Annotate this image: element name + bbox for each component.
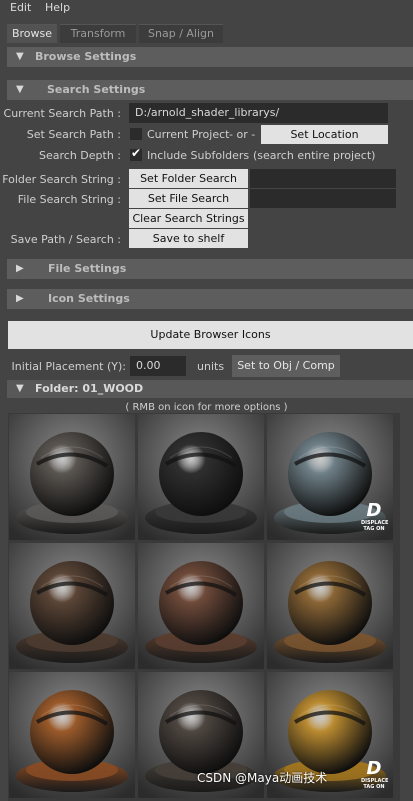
file-settings-header[interactable]: ▶ File Settings (7, 259, 413, 279)
initial-placement-label: Initial Placement (Y): (11, 360, 126, 373)
displace-badge-icon: D DISPLACE TAG ON (361, 758, 389, 791)
icon-settings-header[interactable]: ▶ Icon Settings (7, 289, 413, 309)
shader-thumbnail-wood-orange[interactable] (9, 672, 135, 798)
tab-transform[interactable]: Transform (60, 24, 136, 43)
current-path-label: Current Search Path : (3, 107, 121, 120)
thumbnail-grid: D DISPLACE TAG ON D DISPLACE TAG ON (8, 413, 400, 801)
section-title: Browse Settings (35, 50, 137, 63)
expand-arrow-icon: ▶ (16, 293, 24, 304)
tab-bar: Browse Transform Snap / Align (0, 24, 413, 43)
or-label: - or - (229, 128, 256, 141)
collapse-arrow-icon: ▼ (16, 51, 24, 62)
shader-thumbnail-wood-black[interactable] (138, 414, 264, 540)
initial-placement-value: 0.00 (136, 359, 161, 372)
set-file-search-button[interactable]: Set File Search (129, 189, 248, 208)
tab-snap-align[interactable]: Snap / Align (139, 24, 223, 43)
displace-badge-text: DISPLACE TAG ON (361, 520, 389, 532)
current-path-field[interactable]: D:/arnold_shader_librarys/ (129, 103, 388, 123)
set-location-button[interactable]: Set Location (261, 125, 388, 144)
shader-thumbnail-wood-blue-grey[interactable]: D DISPLACE TAG ON (267, 414, 393, 540)
depth-note: (search entire project) (253, 149, 376, 162)
save-path-label: Save Path / Search : (10, 233, 121, 246)
include-subfolders-label: Include Subfolders (147, 149, 250, 162)
section-title: Icon Settings (48, 292, 130, 305)
browse-settings-header[interactable]: ▼ Browse Settings (7, 47, 413, 67)
menu-help[interactable]: Help (45, 1, 70, 14)
folder-header[interactable]: ▼ Folder: 01_WOOD (7, 380, 413, 398)
menu-edit[interactable]: Edit (10, 1, 31, 14)
section-title: File Settings (48, 262, 127, 275)
collapse-arrow-icon: ▼ (16, 84, 24, 95)
folder-hint: ( RMB on icon for more options ) (125, 402, 288, 413)
current-project-checkbox[interactable] (130, 128, 142, 140)
section-title: Search Settings (47, 83, 146, 96)
units-label: units (197, 360, 225, 373)
shader-thumbnail-wood-walnut[interactable] (138, 543, 264, 669)
set-to-obj-comp-button[interactable]: Set to Obj / Comp (232, 355, 340, 377)
current-project-label: Current Project (147, 128, 230, 141)
displace-badge-text: DISPLACE TAG ON (361, 778, 389, 790)
folder-title: Folder: 01_WOOD (35, 382, 144, 395)
update-browser-icons-button[interactable]: Update Browser Icons (8, 321, 413, 349)
include-subfolders-checkbox[interactable] (130, 146, 142, 161)
search-depth-label: Search Depth : (39, 149, 121, 162)
file-string-label: File Search String : (17, 193, 121, 206)
displace-badge-icon: D DISPLACE TAG ON (361, 500, 389, 533)
initial-placement-field[interactable]: 0.00 (130, 356, 186, 376)
tab-browse[interactable]: Browse (7, 24, 57, 43)
collapse-arrow-icon: ▼ (16, 383, 24, 394)
folder-search-field[interactable] (250, 169, 396, 188)
clear-search-strings-button[interactable]: Clear Search Strings (129, 209, 248, 228)
folder-string-label: Folder Search String : (2, 173, 121, 186)
expand-arrow-icon: ▶ (16, 263, 24, 274)
watermark: CSDN @Maya动画技术 (197, 771, 328, 785)
shader-thumbnail-wood-brown-dark[interactable] (9, 543, 135, 669)
search-settings-header[interactable]: ▼ Search Settings (7, 80, 413, 100)
save-to-shelf-button[interactable]: Save to shelf (129, 229, 248, 248)
menu-bar: Edit Help (0, 0, 413, 16)
file-search-field[interactable] (250, 189, 396, 208)
shader-thumbnail-wood-dark-grey[interactable] (9, 414, 135, 540)
set-folder-search-button[interactable]: Set Folder Search (129, 169, 248, 188)
shader-thumbnail-wood-golden-brown[interactable] (267, 543, 393, 669)
set-path-label: Set Search Path : (26, 128, 121, 141)
current-path-value: D:/arnold_shader_librarys/ (135, 106, 280, 119)
